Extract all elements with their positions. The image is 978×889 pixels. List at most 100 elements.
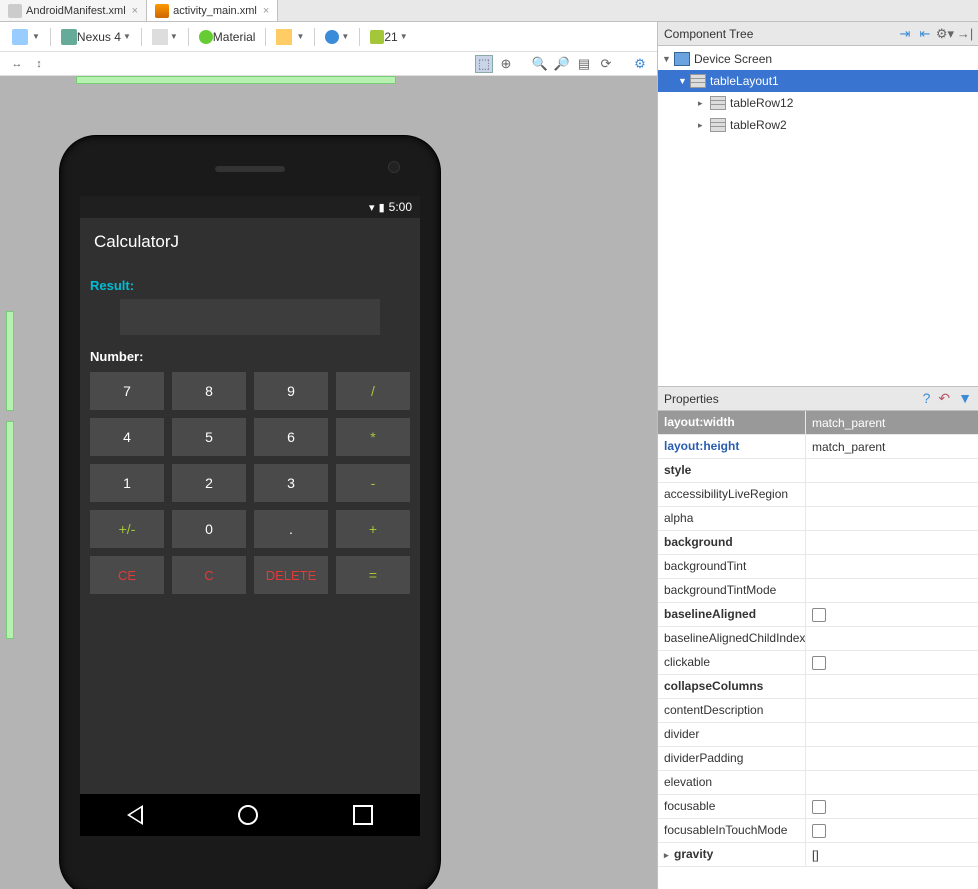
property-row[interactable]: accessibilityLiveRegion	[658, 483, 978, 507]
property-row[interactable]: collapseColumns	[658, 675, 978, 699]
key-[interactable]: *	[336, 418, 410, 456]
checkbox[interactable]	[812, 824, 826, 838]
close-icon[interactable]: ×	[132, 5, 138, 17]
key-9[interactable]: 9	[254, 372, 328, 410]
checkbox[interactable]	[812, 800, 826, 814]
property-row[interactable]: contentDescription	[658, 699, 978, 723]
key-[interactable]: +	[336, 510, 410, 548]
property-row[interactable]: layout:widthmatch_parent	[658, 411, 978, 435]
tab-manifest[interactable]: AndroidManifest.xml ×	[0, 0, 147, 21]
orientation-button[interactable]: ▼	[148, 27, 182, 47]
key-7[interactable]: 7	[90, 372, 164, 410]
property-value[interactable]	[806, 483, 978, 506]
property-value[interactable]	[806, 675, 978, 698]
tree-node-tablerow2[interactable]: ▸ tableRow2	[658, 114, 978, 136]
property-row[interactable]: alpha	[658, 507, 978, 531]
nav-recent-icon[interactable]	[353, 805, 373, 825]
properties-list[interactable]: layout:widthmatch_parentlayout:heightmat…	[658, 411, 978, 889]
locale-selector[interactable]: ▼	[321, 28, 353, 46]
key-4[interactable]: 4	[90, 418, 164, 456]
api-selector[interactable]: 21 ▼	[366, 28, 411, 46]
key-[interactable]: -	[336, 464, 410, 502]
property-value[interactable]: []	[806, 843, 978, 866]
preview-button[interactable]: ▼	[272, 27, 308, 47]
tab-activity-main[interactable]: activity_main.xml ×	[147, 0, 278, 21]
tree-node-tablerow12[interactable]: ▸ tableRow12	[658, 92, 978, 114]
property-value[interactable]	[806, 819, 978, 842]
device-selector[interactable]: Nexus 4 ▼	[57, 27, 135, 47]
key-0[interactable]: 0	[172, 510, 246, 548]
expand-vertical-button[interactable]: ↕	[30, 55, 48, 73]
property-row[interactable]: focusable	[658, 795, 978, 819]
caret-right-icon[interactable]: ▸	[698, 98, 710, 109]
tree-node-device-screen[interactable]: ▼ Device Screen	[658, 48, 978, 70]
property-value[interactable]	[806, 531, 978, 554]
property-value[interactable]	[806, 555, 978, 578]
theme-selector[interactable]: Material	[195, 28, 260, 46]
key-[interactable]: +/-	[90, 510, 164, 548]
filter-icon[interactable]: ▼	[958, 390, 972, 407]
property-value[interactable]	[806, 723, 978, 746]
caret-right-icon[interactable]: ▸	[698, 120, 710, 131]
key-delete[interactable]: DELETE	[254, 556, 328, 594]
property-row[interactable]: backgroundTint	[658, 555, 978, 579]
property-value[interactable]	[806, 579, 978, 602]
property-row[interactable]: dividerPadding	[658, 747, 978, 771]
property-value[interactable]	[806, 627, 978, 650]
palette-button[interactable]: ▼	[8, 27, 44, 47]
key-6[interactable]: 6	[254, 418, 328, 456]
caret-down-icon[interactable]: ▼	[678, 76, 690, 86]
caret-down-icon[interactable]: ▼	[662, 54, 674, 64]
gear-icon[interactable]: ⚙▾	[938, 27, 952, 41]
property-row[interactable]: baselineAligned	[658, 603, 978, 627]
tree-node-tablelayout1[interactable]: ▼ tableLayout1	[658, 70, 978, 92]
property-row[interactable]: clickable	[658, 651, 978, 675]
select-tool[interactable]: ⬚	[475, 55, 493, 73]
zoom-out-button[interactable]: 🔎	[553, 55, 571, 73]
property-row[interactable]: elevation	[658, 771, 978, 795]
key-3[interactable]: 3	[254, 464, 328, 502]
property-row[interactable]: focusableInTouchMode	[658, 819, 978, 843]
nav-home-icon[interactable]	[238, 805, 258, 825]
nav-back-icon[interactable]	[127, 805, 143, 825]
close-icon[interactable]: ×	[263, 5, 269, 17]
settings-button[interactable]: ⚙	[631, 55, 649, 73]
key-[interactable]: .	[254, 510, 328, 548]
property-value[interactable]	[806, 747, 978, 770]
result-field[interactable]	[120, 299, 380, 335]
key-c[interactable]: C	[172, 556, 246, 594]
property-value[interactable]	[806, 603, 978, 626]
key-ce[interactable]: CE	[90, 556, 164, 594]
zoom-actual-button[interactable]: ⊕	[497, 55, 515, 73]
device-screen[interactable]: ▾ ▮ 5:00 CalculatorJ Result: Number: 789…	[80, 196, 420, 836]
property-value[interactable]	[806, 651, 978, 674]
property-value[interactable]: match_parent	[806, 411, 978, 434]
property-value[interactable]: match_parent	[806, 435, 978, 458]
property-row[interactable]: layout:heightmatch_parent	[658, 435, 978, 459]
undo-icon[interactable]: ↶	[938, 390, 950, 407]
zoom-in-button[interactable]: 🔍	[531, 55, 549, 73]
expand-icon[interactable]: ⇥	[898, 27, 912, 41]
key-8[interactable]: 8	[172, 372, 246, 410]
property-row[interactable]: baselineAlignedChildIndex	[658, 627, 978, 651]
collapse-icon[interactable]: ⇤	[918, 27, 932, 41]
property-value[interactable]	[806, 699, 978, 722]
zoom-fit-button[interactable]: ▤	[575, 55, 593, 73]
design-canvas[interactable]: ▾ ▮ 5:00 CalculatorJ Result: Number: 789…	[0, 76, 657, 889]
property-value[interactable]	[806, 459, 978, 482]
property-row[interactable]: style	[658, 459, 978, 483]
help-icon[interactable]: ?	[923, 390, 931, 407]
key-1[interactable]: 1	[90, 464, 164, 502]
property-row[interactable]: divider	[658, 723, 978, 747]
refresh-button[interactable]: ⟳	[597, 55, 615, 73]
key-[interactable]: /	[336, 372, 410, 410]
expand-horizontal-button[interactable]: ↔	[8, 55, 26, 73]
property-row[interactable]: backgroundTintMode	[658, 579, 978, 603]
key-5[interactable]: 5	[172, 418, 246, 456]
checkbox[interactable]	[812, 656, 826, 670]
property-value[interactable]	[806, 795, 978, 818]
caret-right-icon[interactable]: ▸	[664, 850, 674, 861]
property-row[interactable]: ▸gravity[]	[658, 843, 978, 867]
property-row[interactable]: background	[658, 531, 978, 555]
property-value[interactable]	[806, 771, 978, 794]
